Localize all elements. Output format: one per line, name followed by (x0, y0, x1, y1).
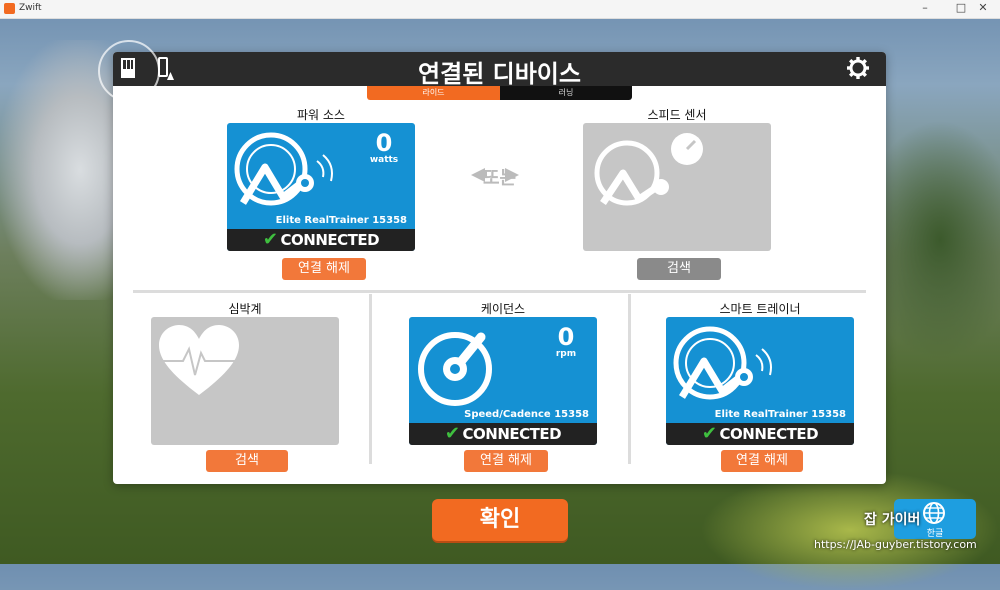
cadence-value: 0 (557, 323, 575, 351)
trainer-speed-icon (594, 133, 703, 206)
power-disconnect-button[interactable]: 연결 해제 (282, 258, 366, 280)
power-source-label: 파워 소스 (297, 108, 345, 122)
arrow-right-icon (505, 168, 519, 182)
cadence-unit: rpm (555, 349, 577, 359)
window-titlebar: Zwift – □ ✕ (0, 0, 1000, 19)
tab-run[interactable]: 러닝 (500, 86, 632, 100)
tab-ride[interactable]: 라이드 (367, 86, 500, 100)
cadence-status: ✔ CONNECTED (409, 423, 597, 445)
divider (369, 294, 372, 464)
check-icon: ✔ (701, 423, 717, 444)
smart-trainer-label: 스마트 트레이너 (719, 302, 801, 316)
cadence-status-text: CONNECTED (462, 425, 562, 443)
heart-rate-label: 심박계 (228, 302, 262, 316)
zwift-app-icon (4, 3, 15, 14)
speed-sensor-label: 스피드 센서 (647, 108, 707, 122)
connection-mode-circle[interactable] (98, 40, 160, 102)
heart-icon (159, 325, 239, 395)
crank-icon (418, 332, 492, 406)
power-value: 0 (375, 129, 393, 157)
dialog-header: 연결된 디바이스 (113, 52, 886, 88)
check-icon: ✔ (262, 229, 278, 250)
trainer-device-name: Elite RealTrainer 15358 (714, 409, 846, 420)
bluetooth-warning-icon[interactable] (157, 56, 175, 82)
connected-devices-dialog: 연결된 디바이스 라이드 러닝 파워 소스 0 watts Elite Real… (98, 40, 886, 484)
dialog-title: 연결된 디바이스 (418, 60, 581, 88)
cadence-device-name: Speed/Cadence 15358 (464, 409, 589, 420)
trainer-status-text: CONNECTED (719, 425, 819, 443)
confirm-button[interactable]: 확인 (432, 499, 568, 541)
ant-icon (121, 58, 135, 78)
check-icon: ✔ (444, 423, 460, 444)
power-source-card[interactable]: 0 watts Elite RealTrainer 15358 ✔ CONNECT… (227, 123, 415, 251)
power-status-text: CONNECTED (280, 231, 380, 249)
power-device-name: Elite RealTrainer 15358 (275, 215, 407, 226)
divider (628, 294, 631, 464)
minimize-button[interactable]: – (910, 1, 940, 17)
gear-icon[interactable] (846, 56, 870, 80)
speed-sensor-card[interactable] (583, 123, 771, 251)
heart-search-button[interactable]: 검색 (206, 450, 288, 472)
cadence-disconnect-button[interactable]: 연결 해제 (464, 450, 548, 472)
globe-icon (923, 502, 945, 524)
window-title: Zwift (19, 3, 42, 13)
power-unit: watts (369, 155, 399, 165)
trainer-icon (673, 326, 772, 400)
close-button[interactable]: ✕ (968, 1, 998, 17)
power-status: ✔ CONNECTED (227, 229, 415, 251)
heart-rate-card[interactable] (151, 317, 339, 445)
cadence-label: 케이던스 (480, 302, 526, 316)
divider (133, 290, 866, 293)
speed-search-button[interactable]: 검색 (637, 258, 721, 280)
trainer-disconnect-button[interactable]: 연결 해제 (721, 450, 803, 472)
trainer-icon (234, 132, 333, 206)
watermark-url: https://JAb-guyber.tistory.com (814, 538, 977, 551)
trainer-status: ✔ CONNECTED (666, 423, 854, 445)
smart-trainer-card[interactable]: Elite RealTrainer 15358 ✔ CONNECTED (666, 317, 854, 445)
cadence-card[interactable]: 0 rpm Speed/Cadence 15358 ✔ CONNECTED (409, 317, 597, 445)
watermark-title: 잡 가이버 (864, 512, 921, 528)
